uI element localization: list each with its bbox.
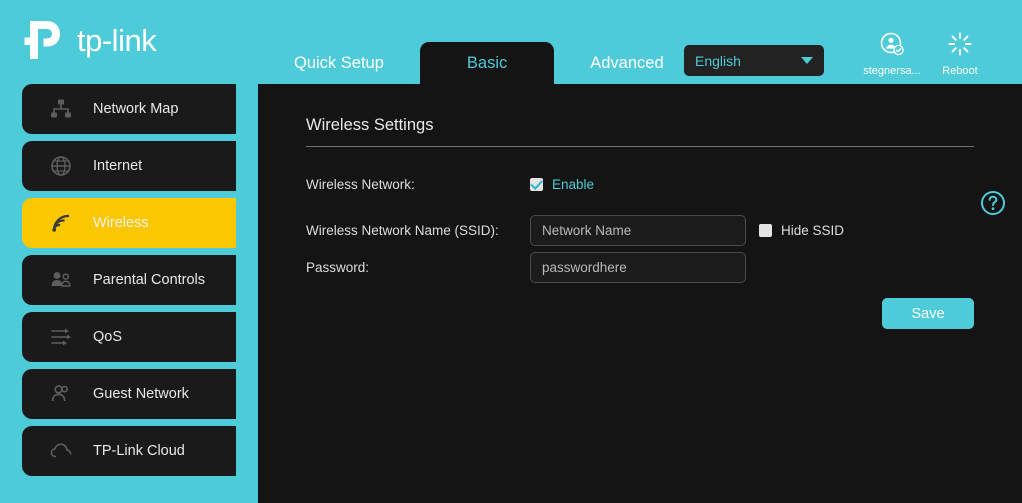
chevron-down-icon bbox=[801, 57, 813, 64]
label-ssid: Wireless Network Name (SSID): bbox=[306, 223, 530, 238]
content-panel: Wireless Settings Wireless Network: Enab… bbox=[258, 84, 1022, 503]
sidebar-label-internet: Internet bbox=[93, 158, 142, 174]
sidebar-item-parental-controls[interactable]: Parental Controls bbox=[22, 255, 236, 305]
reboot-icon bbox=[947, 31, 973, 62]
cloud-icon bbox=[49, 439, 73, 463]
page-title: Wireless Settings bbox=[306, 116, 433, 149]
ssid-input[interactable] bbox=[530, 215, 746, 246]
account-label: stegnersa... bbox=[863, 65, 920, 77]
person-icon bbox=[49, 382, 73, 406]
sidebar-item-qos[interactable]: QoS bbox=[22, 312, 236, 362]
enable-checkbox[interactable] bbox=[530, 178, 543, 191]
sidebar-item-wireless[interactable]: Wireless bbox=[22, 198, 236, 248]
sidebar-item-network-map[interactable]: Network Map bbox=[22, 84, 236, 134]
reboot-button[interactable]: Reboot bbox=[925, 31, 995, 77]
account-icon bbox=[879, 31, 905, 62]
globe-icon bbox=[49, 154, 73, 178]
row-wireless-network: Wireless Network: Enable bbox=[306, 166, 996, 202]
tab-advanced[interactable]: Advanced bbox=[554, 42, 699, 84]
sidebar: Network Map Internet Wire bbox=[0, 84, 258, 503]
enable-checkbox-wrap[interactable]: Enable bbox=[530, 177, 594, 192]
label-password: Password: bbox=[306, 260, 530, 275]
network-map-icon bbox=[49, 97, 73, 121]
enable-label: Enable bbox=[552, 177, 594, 192]
save-button[interactable]: Save bbox=[882, 298, 974, 329]
panel-divider bbox=[306, 146, 974, 147]
app-header: tp-link Quick Setup Basic Advanced Engli… bbox=[0, 0, 1022, 84]
hide-ssid-checkbox-wrap[interactable]: Hide SSID bbox=[759, 223, 844, 238]
sidebar-label-wireless: Wireless bbox=[93, 215, 149, 231]
main-tabs: Quick Setup Basic Advanced bbox=[258, 0, 700, 84]
sidebar-item-tp-link-cloud[interactable]: TP-Link Cloud bbox=[22, 426, 236, 476]
password-input[interactable] bbox=[530, 252, 746, 283]
tab-quick-setup[interactable]: Quick Setup bbox=[258, 42, 420, 84]
sidebar-item-guest-network[interactable]: Guest Network bbox=[22, 369, 236, 419]
sidebar-label-tp-link-cloud: TP-Link Cloud bbox=[93, 443, 185, 459]
qos-arrows-icon bbox=[49, 325, 73, 349]
row-password: Password: bbox=[306, 249, 996, 285]
sidebar-item-internet[interactable]: Internet bbox=[22, 141, 236, 191]
language-selector[interactable]: English bbox=[684, 45, 824, 76]
label-wireless-network: Wireless Network: bbox=[306, 177, 530, 192]
wifi-icon bbox=[49, 211, 73, 235]
reboot-label: Reboot bbox=[942, 65, 977, 77]
hide-ssid-label: Hide SSID bbox=[781, 223, 844, 238]
panel-header: Wireless Settings bbox=[306, 116, 974, 149]
language-value: English bbox=[695, 53, 801, 69]
tp-link-logo: tp-link bbox=[24, 19, 156, 61]
tp-link-logo-text: tp-link bbox=[77, 25, 156, 56]
sidebar-label-parental-controls: Parental Controls bbox=[93, 272, 205, 288]
sidebar-label-network-map: Network Map bbox=[93, 101, 178, 117]
account-button[interactable]: stegnersa... bbox=[857, 31, 927, 77]
people-icon bbox=[49, 268, 73, 292]
wireless-settings-form: Wireless Network: Enable Wireless Networ… bbox=[306, 166, 996, 285]
tp-link-logo-icon bbox=[24, 19, 68, 61]
sidebar-label-qos: QoS bbox=[93, 329, 122, 345]
sidebar-label-guest-network: Guest Network bbox=[93, 386, 189, 402]
tab-basic[interactable]: Basic bbox=[420, 42, 554, 84]
hide-ssid-checkbox[interactable] bbox=[759, 224, 772, 237]
row-ssid: Wireless Network Name (SSID): Hide SSID bbox=[306, 212, 996, 248]
